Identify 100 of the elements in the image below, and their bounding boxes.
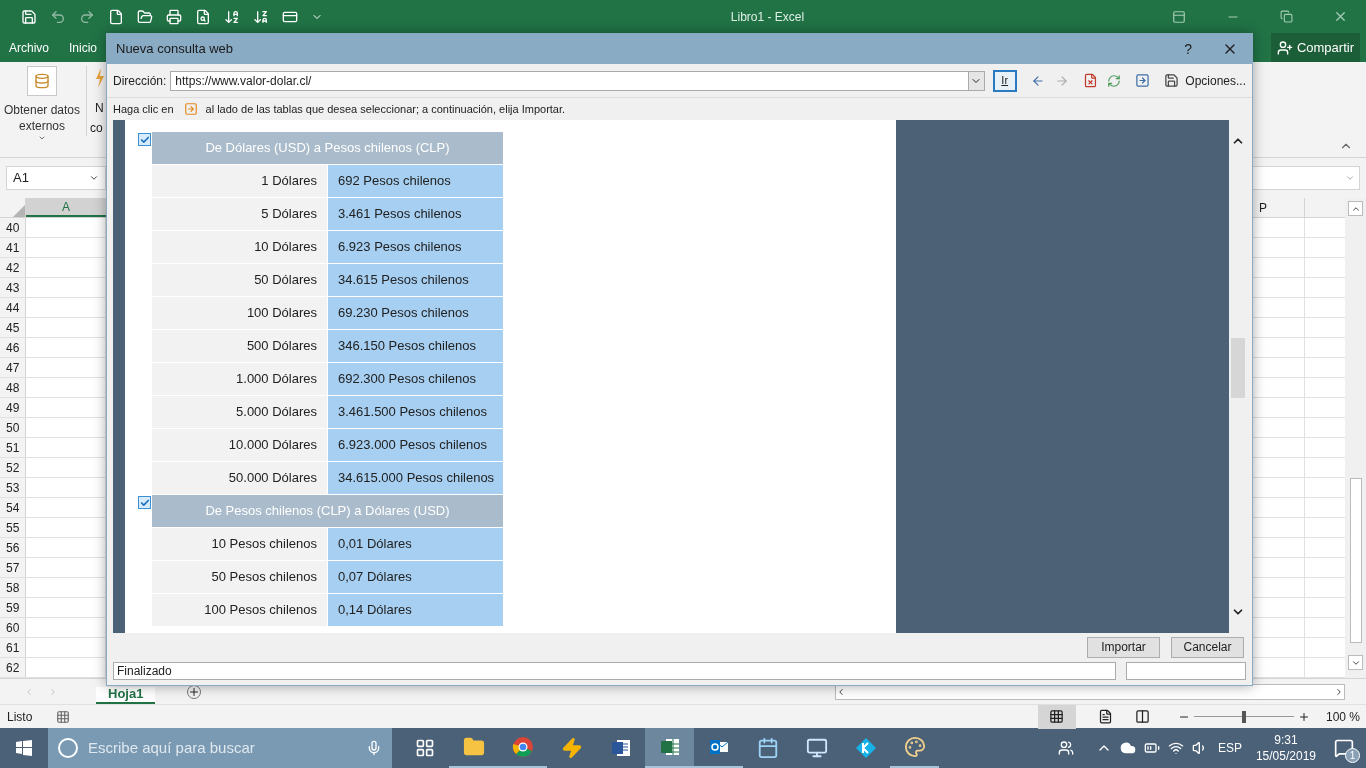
status-text: Listo [7, 708, 33, 726]
row-header[interactable]: 47 [0, 358, 26, 377]
cloud-icon[interactable] [1119, 740, 1136, 756]
scroll-up-button[interactable] [1348, 201, 1363, 216]
row-header[interactable]: 50 [0, 418, 26, 437]
row-header[interactable]: 49 [0, 398, 26, 417]
table-cell: 6.923 Pesos chilenos [328, 231, 503, 263]
options-button[interactable]: Opciones... [1185, 71, 1246, 90]
page-layout-icon[interactable] [1097, 709, 1113, 724]
table-checkbox[interactable] [138, 496, 151, 509]
row-header[interactable]: 60 [0, 618, 26, 637]
table-cell: 34.615.000 Pesos chilenos [328, 462, 503, 494]
row-header[interactable]: 58 [0, 578, 26, 597]
row-header[interactable]: 41 [0, 238, 26, 257]
zoom-slider[interactable] [1193, 710, 1294, 723]
table-cell: 3.461.500 Pesos chilenos [328, 396, 503, 428]
row-header[interactable]: 51 [0, 438, 26, 457]
preview-icon[interactable] [195, 8, 211, 25]
address-label: Dirección: [113, 72, 167, 90]
help-button[interactable]: ? [1184, 38, 1192, 60]
clock[interactable]: 9:31 15/05/2019 [1255, 732, 1316, 764]
dialog-button[interactable]: Importar [1087, 636, 1160, 658]
wifi-icon[interactable] [1167, 740, 1184, 756]
sort-ascending-icon[interactable] [224, 8, 240, 25]
printer-icon[interactable] [166, 8, 182, 25]
row-header[interactable]: 45 [0, 318, 26, 337]
ribbon-options-icon[interactable] [1172, 9, 1186, 24]
table-cell: 346.150 Pesos chilenos [328, 330, 503, 362]
sort-descending-icon[interactable] [253, 8, 269, 25]
row-header[interactable]: 57 [0, 558, 26, 577]
page-break-icon[interactable] [1134, 709, 1150, 724]
start-icon[interactable] [16, 740, 32, 756]
restore-icon[interactable] [1280, 10, 1293, 23]
row-header[interactable]: 55 [0, 518, 26, 537]
corner-triangle-icon [13, 205, 25, 217]
battery-icon[interactable] [1143, 740, 1160, 756]
hint-text: Haga clic en [113, 101, 174, 117]
sheet-tab[interactable]: Hoja1 [96, 686, 156, 704]
back-icon[interactable] [1030, 73, 1045, 88]
row-header[interactable]: 52 [0, 458, 26, 477]
formula-field[interactable] [1250, 166, 1360, 190]
table-cell: 5.000 Dólares [152, 396, 328, 428]
taskbar-app-button[interactable] [645, 728, 694, 768]
check-icon [139, 497, 150, 508]
row-header[interactable]: 40 [0, 218, 26, 237]
palette-icon [903, 736, 926, 758]
table-cell: 10 Dólares [152, 231, 328, 263]
share-button[interactable]: Compartir [1270, 33, 1360, 62]
row-header[interactable]: 42 [0, 258, 26, 277]
table-cell: 692.300 Pesos chilenos [328, 363, 503, 395]
redo-icon[interactable] [79, 8, 95, 25]
row-header[interactable]: 56 [0, 538, 26, 557]
table-cell: 50 Pesos chilenos [152, 561, 328, 593]
stop-icon[interactable] [1082, 73, 1098, 88]
row-header[interactable]: 48 [0, 378, 26, 397]
row-header[interactable]: 59 [0, 598, 26, 617]
row-header[interactable]: 62 [0, 658, 26, 677]
lightning-icon [560, 737, 583, 759]
monitor-icon [805, 737, 828, 759]
macro-icon[interactable] [56, 709, 71, 724]
table-cell: 50 Dólares [152, 264, 328, 296]
scroll-thumb[interactable] [1349, 478, 1362, 643]
name-box[interactable]: A1 [6, 166, 106, 190]
table-cell: 100 Dólares [152, 297, 328, 329]
language-indicator[interactable]: ESP [1217, 739, 1242, 757]
refresh-icon[interactable] [1107, 73, 1122, 88]
row-header[interactable]: 43 [0, 278, 26, 297]
save-query-icon[interactable] [1135, 73, 1151, 88]
expand-icon [1345, 173, 1355, 183]
people-icon[interactable] [1057, 740, 1074, 756]
ribbon-tab[interactable]: Archivo [9, 38, 49, 57]
get-external-data-button[interactable]: Obtener datos externos [0, 66, 84, 157]
go-button[interactable]: Ir [992, 69, 1017, 92]
table-cell: 0,07 Dólares [328, 561, 503, 593]
panel-icon [756, 737, 779, 759]
save-icon[interactable] [21, 8, 37, 25]
close-icon[interactable] [1333, 9, 1348, 24]
table-cell: 0,01 Dólares [328, 528, 503, 560]
zoom-in-icon[interactable] [1297, 710, 1310, 723]
table-cell: 1.000 Dólares [152, 363, 328, 395]
column-header[interactable]: A [26, 198, 106, 217]
normal-view-button[interactable] [1037, 704, 1076, 729]
file-icon[interactable] [108, 8, 124, 25]
dialog-button[interactable]: Cancelar [1171, 636, 1244, 658]
database-icon [34, 73, 50, 89]
row-header[interactable]: 54 [0, 498, 26, 517]
undo-icon[interactable] [50, 8, 66, 25]
row-header[interactable]: 61 [0, 638, 26, 657]
caret-icon [89, 173, 99, 183]
row-header[interactable]: 53 [0, 478, 26, 497]
status-field: Finalizado [113, 662, 1116, 680]
folder-icon[interactable] [137, 8, 153, 25]
notification-count: 1 [1345, 748, 1360, 763]
row-header[interactable]: 44 [0, 298, 26, 317]
ribbon-tab[interactable]: Inicio [69, 38, 98, 57]
caret-icon [38, 134, 46, 142]
scroll-thumb[interactable] [1230, 338, 1245, 398]
row-header[interactable]: 46 [0, 338, 26, 357]
table-checkbox[interactable] [138, 133, 151, 146]
address-field[interactable]: https://www.valor-dolar.cl/ [170, 70, 985, 91]
